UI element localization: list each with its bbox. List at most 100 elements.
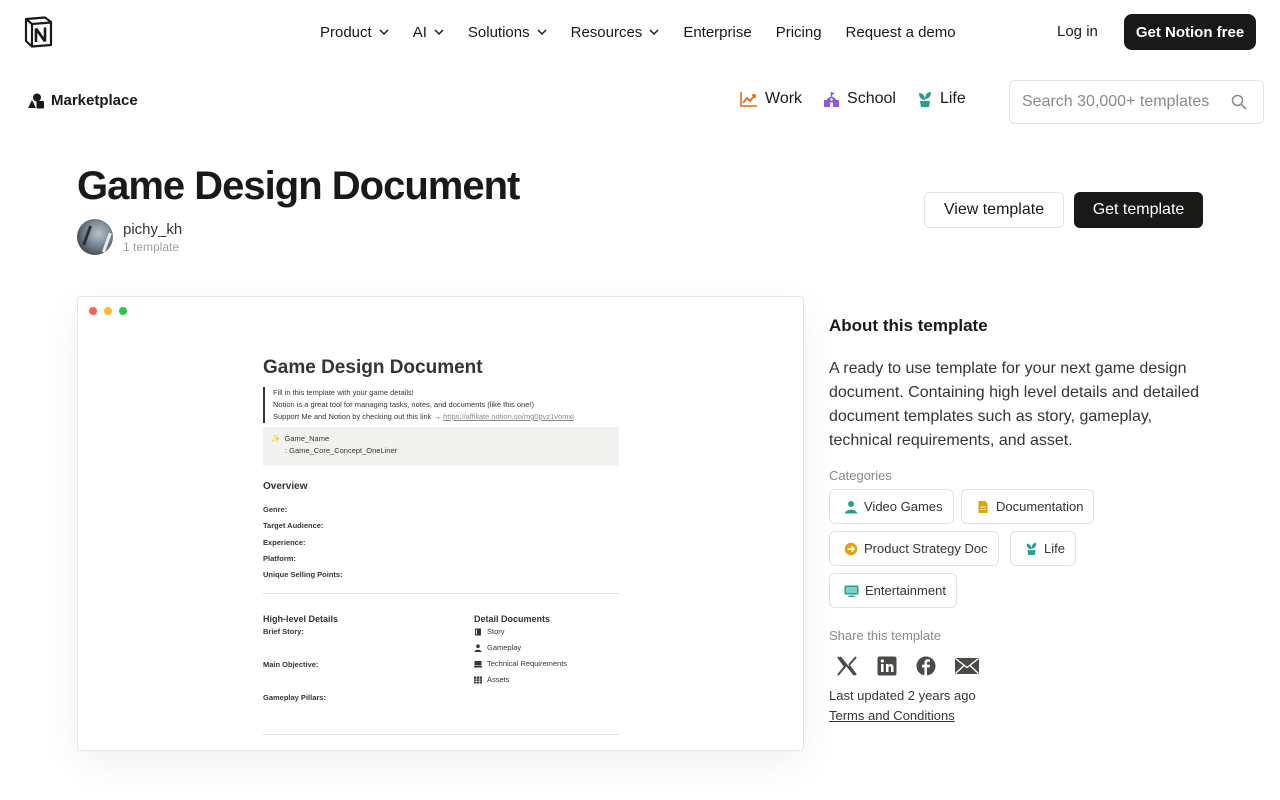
preview-field: Experience: <box>263 537 306 547</box>
chart-up-icon <box>740 92 757 107</box>
school-building-icon <box>824 91 840 107</box>
preview-callout-line2: : Game_Core_Concept_OneLiner <box>285 446 398 455</box>
category-life[interactable]: Life <box>917 90 966 108</box>
template-preview[interactable]: Game Design Document Fill in this templa… <box>77 296 804 751</box>
get-notion-free-button[interactable]: Get Notion free <box>1124 14 1256 50</box>
nav-solutions-label: Solutions <box>467 23 530 41</box>
preview-detail-doc: Gameplay <box>474 640 567 656</box>
preview-callout-game-name: Game_Name <box>284 434 330 443</box>
last-updated: Last updated 2 years ago <box>829 688 976 703</box>
preview-doc-title: Game Design Document <box>263 357 483 378</box>
template-search-input[interactable] <box>1022 93 1220 111</box>
preview-detail-column: Detail Documents Story Gameplay Technica… <box>474 614 567 702</box>
window-controls <box>89 307 134 315</box>
category-work[interactable]: Work <box>740 90 802 108</box>
top-navigation: Product AI Solutions Resources Enterpris… <box>0 0 1280 64</box>
preview-callout: ✨ Game_Name : Game_Core_Concept_OneLiner <box>263 427 619 466</box>
nav-request-demo[interactable]: Request a demo <box>846 24 956 41</box>
category-chip-label: Life <box>1044 541 1065 556</box>
category-school[interactable]: School <box>823 90 896 108</box>
page-title: Game Design Document <box>77 164 520 208</box>
preview-detail-doc: Assets <box>474 672 567 688</box>
notion-logo-icon[interactable] <box>23 16 54 48</box>
minimize-dot-icon <box>104 307 112 315</box>
preview-high-level-column: High-level Details Brief Story: Main Obj… <box>263 614 474 702</box>
author-name[interactable]: pichy_kh <box>123 221 182 238</box>
category-chip-product-strategy-doc[interactable]: Product Strategy Doc <box>829 531 999 566</box>
preview-field: Unique Selling Points: <box>263 570 343 580</box>
preview-high-level-heading: High-level Details <box>263 614 339 625</box>
preview-divider <box>263 734 619 735</box>
search-icon[interactable] <box>1231 94 1247 110</box>
preview-quote-line-with-link: Support Me and Notion by checking out th… <box>273 411 619 423</box>
category-chip-entertainment[interactable]: Entertainment <box>829 573 957 608</box>
preview-detail-doc: Story <box>474 624 567 640</box>
preview-detail-doc: Technical Requirements <box>474 656 567 672</box>
category-school-label: School <box>847 90 896 107</box>
terms-link[interactable]: Terms and Conditions <box>829 708 955 723</box>
preview-field: Brief Story: <box>263 627 304 637</box>
category-chip-label: Documentation <box>996 499 1084 514</box>
chevron-down-icon <box>649 29 659 36</box>
preview-detail-doc-label: Story <box>487 627 505 637</box>
nav-product[interactable]: Product <box>320 24 389 41</box>
book-icon <box>475 628 481 636</box>
nav-ai[interactable]: AI <box>413 24 444 41</box>
about-description: A ready to use template for your next ga… <box>829 360 1200 449</box>
get-template-button[interactable]: Get template <box>1074 192 1203 228</box>
person-icon <box>474 644 482 653</box>
preview-quote-line: Notion is a great tool for managing task… <box>273 400 534 409</box>
document-icon <box>978 500 988 513</box>
linkedin-icon[interactable] <box>876 655 898 677</box>
preview-overview-heading: Overview <box>263 481 308 492</box>
chevron-down-icon <box>379 29 389 36</box>
chevron-down-icon <box>537 29 547 36</box>
preview-field: Platform: <box>263 553 296 563</box>
preview-columns: High-level Details Brief Story: Main Obj… <box>263 614 619 702</box>
nav-pricing[interactable]: Pricing <box>776 24 822 41</box>
preview-quote-line: Support Me and Notion by checking out th… <box>273 412 442 421</box>
arrow-circle-icon <box>844 542 858 555</box>
preview-document: Game Design Document Fill in this templa… <box>263 357 619 735</box>
chevron-down-icon <box>434 29 444 36</box>
template-author[interactable]: pichy_kh 1 template <box>77 219 182 255</box>
avatar[interactable] <box>77 219 113 255</box>
category-chip-documentation[interactable]: Documentation <box>961 489 1095 524</box>
maximize-dot-icon <box>119 307 127 315</box>
preview-affiliate-link: https://affiliate.notion.so/mg0pvz1vomxl <box>443 412 574 421</box>
login-link[interactable]: Log in <box>1057 23 1098 40</box>
author-info: pichy_kh 1 template <box>123 221 182 254</box>
author-template-count: 1 template <box>123 239 180 254</box>
marketplace-categories: Work School Life <box>740 90 987 108</box>
preview-callout-line1: ✨ Game_Name <box>271 433 611 445</box>
category-chip-video-games[interactable]: Video Games <box>829 489 954 524</box>
nav-solutions[interactable]: Solutions <box>468 24 547 41</box>
marketplace-link[interactable]: Marketplace <box>27 92 138 109</box>
preview-detail-doc-label: Gameplay <box>487 643 522 653</box>
category-life-label: Life <box>939 90 966 107</box>
category-chip-label: Entertainment <box>865 583 946 598</box>
preview-field: Target Audience: <box>263 521 324 531</box>
nav-enterprise[interactable]: Enterprise <box>683 24 751 41</box>
share-label: Share this template <box>829 628 942 643</box>
nav-resources[interactable]: Resources <box>571 24 660 41</box>
preview-field: Main Objective: <box>263 660 319 670</box>
preview-field: Genre: <box>263 505 288 514</box>
marketplace-label: Marketplace <box>51 92 138 109</box>
preview-field: Gameplay Pillars: <box>263 693 326 703</box>
close-dot-icon <box>89 307 97 315</box>
x-icon[interactable] <box>836 655 858 677</box>
computer-icon <box>474 661 482 668</box>
preview-detail-doc-label: Technical Requirements <box>487 659 568 669</box>
category-work-label: Work <box>765 90 803 107</box>
category-chip-life[interactable]: Life <box>1010 531 1076 566</box>
facebook-icon[interactable] <box>915 655 937 677</box>
preview-quote-line: Fill in this template with your game det… <box>273 388 414 397</box>
email-icon[interactable] <box>954 655 980 677</box>
preview-detail-doc-label: Assets <box>487 675 510 685</box>
view-template-button[interactable]: View template <box>924 192 1064 228</box>
plant-icon <box>918 92 931 107</box>
plant-icon <box>1026 542 1037 555</box>
main-nav-links: Product AI Solutions Resources Enterpris… <box>320 0 980 64</box>
about-heading: About this template <box>829 316 988 335</box>
